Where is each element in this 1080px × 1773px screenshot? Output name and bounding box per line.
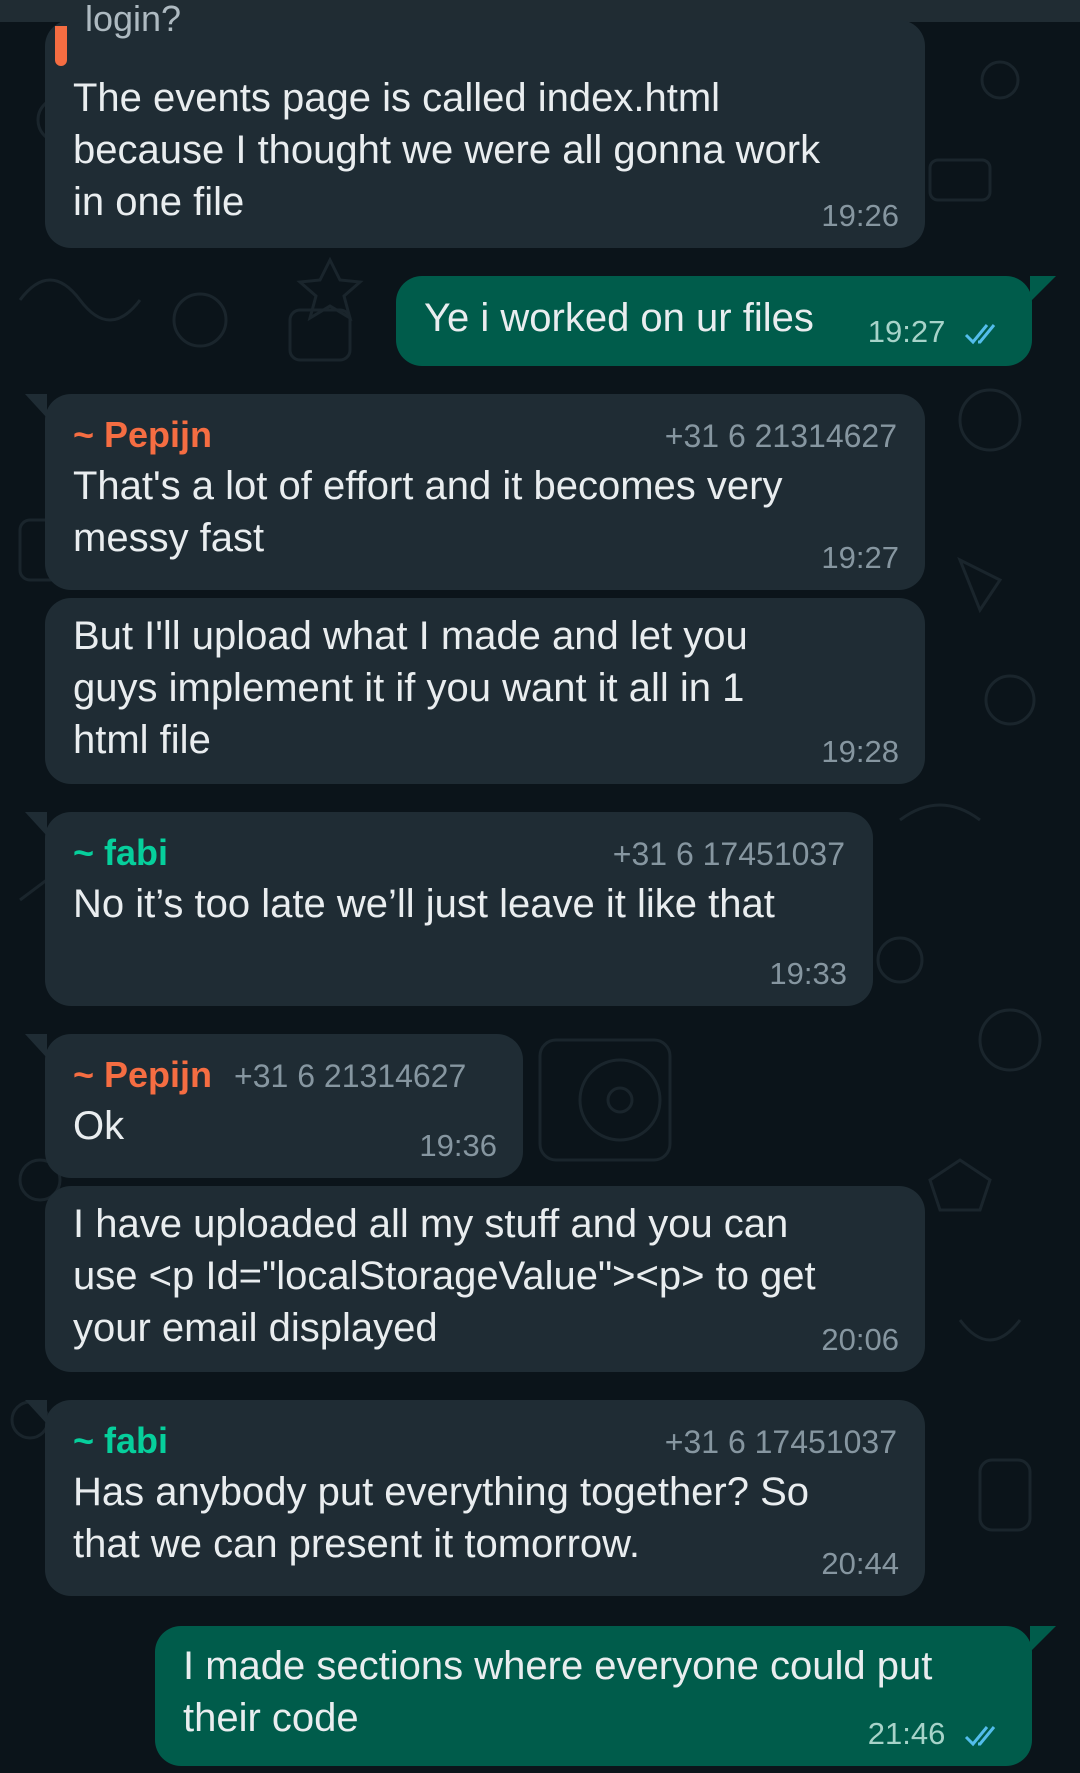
message-text: No it’s too late we’ll just leave it lik…	[73, 882, 775, 926]
message-time: 19:27	[821, 540, 899, 575]
message-time: 20:44	[821, 1546, 899, 1581]
message-text: The events page is called index.html bec…	[73, 76, 821, 224]
message-bubble[interactable]: I have uploaded all my stuff and you can…	[45, 1186, 925, 1372]
message-time: 19:33	[769, 956, 847, 991]
message-bubble[interactable]: login? The events page is called index.h…	[45, 0, 925, 248]
quoted-reply-text: login?	[85, 0, 182, 39]
message-bubble[interactable]: ~ Pepijn +31 6 21314627 That's a lot of …	[25, 394, 925, 590]
sender-phone[interactable]: +31 6 17451037	[665, 1424, 897, 1461]
sender-name[interactable]: ~ Pepijn	[73, 1054, 212, 1096]
message-text: That's a lot of effort and it becomes ve…	[73, 464, 783, 560]
bubble-tail	[1030, 1626, 1056, 1652]
outgoing-message-bubble[interactable]: Ye i worked on ur files 19:27	[396, 276, 1056, 366]
time-label: 19:27	[867, 314, 946, 349]
quoted-reply-bar	[55, 26, 67, 66]
sender-row: ~ Pepijn +31 6 21314627	[73, 414, 897, 456]
message-bubble[interactable]: ~ Pepijn +31 6 21314627 Ok 19:36	[25, 1034, 523, 1178]
message-bubble[interactable]: But I'll upload what I made and let you …	[45, 598, 925, 784]
sender-name[interactable]: ~ fabi	[73, 1420, 168, 1462]
sender-phone[interactable]: +31 6 21314627	[234, 1058, 466, 1095]
message-time: 21:46	[868, 1716, 1006, 1752]
message-bubble[interactable]: ~ fabi +31 6 17451037 No it’s too late w…	[25, 812, 873, 1006]
bubble-tail	[1030, 276, 1056, 302]
message-time: 19:26	[821, 198, 899, 233]
bubble-tail	[25, 1400, 47, 1424]
double-check-read-icon	[964, 1725, 996, 1747]
sender-name[interactable]: ~ Pepijn	[73, 414, 212, 456]
bubble-tail	[25, 1034, 47, 1058]
message-time: 19:27	[868, 314, 1006, 350]
sender-name[interactable]: ~ fabi	[73, 832, 168, 874]
sender-phone[interactable]: +31 6 21314627	[665, 418, 897, 455]
message-text: I have uploaded all my stuff and you can…	[73, 1202, 816, 1350]
message-time: 19:28	[821, 734, 899, 769]
bubble-tail	[25, 394, 47, 418]
outgoing-message-bubble[interactable]: I made sections where everyone could put…	[155, 1626, 1056, 1766]
message-bubble[interactable]: ~ fabi +31 6 17451037 Has anybody put ev…	[25, 1400, 925, 1596]
time-label: 21:46	[867, 1716, 946, 1751]
double-check-read-icon	[964, 323, 996, 345]
message-text: Has anybody put everything together? So …	[73, 1470, 810, 1566]
message-time: 20:06	[821, 1322, 899, 1357]
sender-row: ~ fabi +31 6 17451037	[73, 832, 845, 874]
sender-phone[interactable]: +31 6 17451037	[613, 836, 845, 873]
message-time: 19:36	[419, 1128, 497, 1163]
bubble-tail	[25, 812, 47, 836]
sender-row: ~ Pepijn +31 6 21314627	[73, 1054, 495, 1096]
sender-row: ~ fabi +31 6 17451037	[73, 1420, 897, 1462]
message-text: But I'll upload what I made and let you …	[73, 614, 748, 762]
